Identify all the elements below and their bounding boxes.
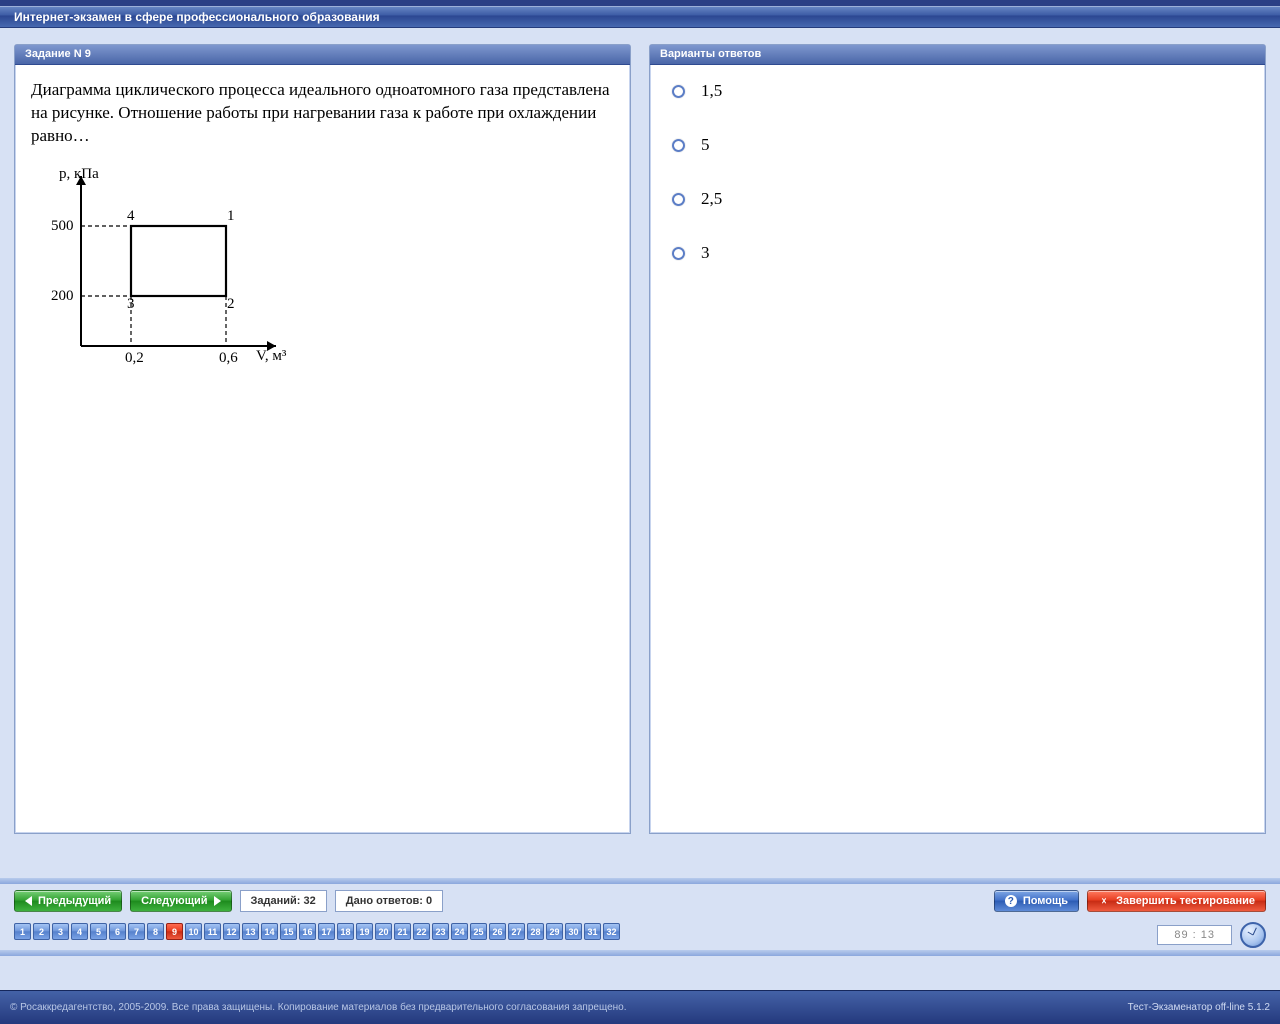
footer: © Росаккредагентство, 2005-2009. Все пра…: [0, 990, 1280, 1024]
answered-value: 0: [426, 895, 432, 907]
task-button-23[interactable]: 23: [432, 923, 449, 940]
answers-panel-title: Варианты ответов: [650, 45, 1265, 65]
finish-button[interactable]: Завершить тестирование: [1087, 890, 1266, 912]
task-button-16[interactable]: 16: [299, 923, 316, 940]
y-tick-500: 500: [51, 218, 74, 235]
exit-icon: [1098, 895, 1110, 907]
task-button-18[interactable]: 18: [337, 923, 354, 940]
task-button-26[interactable]: 26: [489, 923, 506, 940]
task-button-9[interactable]: 9: [166, 923, 183, 940]
separator: [0, 878, 1280, 884]
task-button-15[interactable]: 15: [280, 923, 297, 940]
task-button-8[interactable]: 8: [147, 923, 164, 940]
timer-value: 89 : 13: [1157, 925, 1232, 945]
pt3: 3: [127, 296, 135, 313]
task-button-7[interactable]: 7: [128, 923, 145, 940]
prev-button[interactable]: Предыдущий: [14, 890, 122, 912]
y-axis-label: p, кПа: [59, 166, 99, 183]
task-button-32[interactable]: 32: [603, 923, 620, 940]
task-button-24[interactable]: 24: [451, 923, 468, 940]
answer-option[interactable]: 2,5: [666, 179, 1249, 233]
x-tick-02: 0,2: [125, 350, 144, 367]
task-button-10[interactable]: 10: [185, 923, 202, 940]
tasks-total-value: 32: [304, 895, 316, 907]
task-button-2[interactable]: 2: [33, 923, 50, 940]
answered-counter: Дано ответов: 0: [335, 890, 443, 912]
question-panel-title: Задание N 9: [15, 45, 630, 65]
question-panel: Задание N 9 Диаграмма циклического проце…: [14, 44, 631, 834]
prev-label: Предыдущий: [38, 895, 111, 907]
task-button-6[interactable]: 6: [109, 923, 126, 940]
answer-option[interactable]: 1,5: [666, 71, 1249, 125]
nav-row: Предыдущий Следующий Заданий: 32 Дано от…: [14, 890, 1266, 912]
task-button-13[interactable]: 13: [242, 923, 259, 940]
arrow-left-icon: [25, 896, 32, 906]
task-button-17[interactable]: 17: [318, 923, 335, 940]
radio-icon: [672, 193, 685, 206]
pv-diagram: p, кПа V, м³ 500 200 0,2 0,6 4 1 2 3: [31, 166, 311, 386]
x-tick-06: 0,6: [219, 350, 238, 367]
task-button-27[interactable]: 27: [508, 923, 525, 940]
app-window: Интернет-экзамен в сфере профессионально…: [0, 0, 1280, 1024]
task-button-31[interactable]: 31: [584, 923, 601, 940]
finish-label: Завершить тестирование: [1116, 895, 1255, 907]
answer-label: 1,5: [701, 81, 722, 101]
task-button-25[interactable]: 25: [470, 923, 487, 940]
task-button-4[interactable]: 4: [71, 923, 88, 940]
task-button-20[interactable]: 20: [375, 923, 392, 940]
tasks-total: Заданий: 32: [240, 890, 327, 912]
app-title: Интернет-экзамен в сфере профессионально…: [14, 10, 380, 24]
task-button-21[interactable]: 21: [394, 923, 411, 940]
separator: [0, 950, 1280, 956]
tasks-total-label: Заданий:: [251, 895, 301, 907]
pt2: 2: [227, 296, 235, 313]
answer-label: 2,5: [701, 189, 722, 209]
task-button-29[interactable]: 29: [546, 923, 563, 940]
task-button-5[interactable]: 5: [90, 923, 107, 940]
radio-icon: [672, 247, 685, 260]
task-button-19[interactable]: 19: [356, 923, 373, 940]
task-button-3[interactable]: 3: [52, 923, 69, 940]
task-button-1[interactable]: 1: [14, 923, 31, 940]
timer-area: 89 : 13: [1157, 922, 1266, 948]
answer-option[interactable]: 5: [666, 125, 1249, 179]
question-text: Диаграмма циклического процесса идеально…: [31, 79, 614, 148]
answers-list: 1,5 5 2,5 3: [650, 65, 1265, 833]
pt1: 1: [227, 208, 235, 225]
answer-label: 5: [701, 135, 710, 155]
y-tick-200: 200: [51, 288, 74, 305]
answer-label: 3: [701, 243, 710, 263]
next-label: Следующий: [141, 895, 207, 907]
task-button-28[interactable]: 28: [527, 923, 544, 940]
titlebar: Интернет-экзамен в сфере профессионально…: [0, 6, 1280, 28]
radio-icon: [672, 85, 685, 98]
task-button-12[interactable]: 12: [223, 923, 240, 940]
radio-icon: [672, 139, 685, 152]
footer-copyright: © Росаккредагентство, 2005-2009. Все пра…: [10, 1002, 627, 1013]
task-number-list: 1234567891011121314151617181920212223242…: [14, 923, 1266, 940]
arrow-right-icon: [214, 896, 221, 906]
answer-option[interactable]: 3: [666, 233, 1249, 287]
pt4: 4: [127, 208, 135, 225]
task-button-22[interactable]: 22: [413, 923, 430, 940]
help-button[interactable]: ? Помощь: [994, 890, 1079, 912]
task-button-30[interactable]: 30: [565, 923, 582, 940]
task-button-14[interactable]: 14: [261, 923, 278, 940]
x-axis-label: V, м³: [256, 348, 286, 365]
answers-panel: Варианты ответов 1,5 5 2,5 3: [649, 44, 1266, 834]
clock-icon: [1240, 922, 1266, 948]
help-label: Помощь: [1023, 895, 1068, 907]
next-button[interactable]: Следующий: [130, 890, 231, 912]
answered-label: Дано ответов:: [346, 895, 423, 907]
footer-version: Тест-Экзаменатор off-line 5.1.2: [1128, 1002, 1270, 1013]
content-area: Задание N 9 Диаграмма циклического проце…: [0, 34, 1280, 1024]
help-icon: ?: [1005, 895, 1017, 907]
task-button-11[interactable]: 11: [204, 923, 221, 940]
